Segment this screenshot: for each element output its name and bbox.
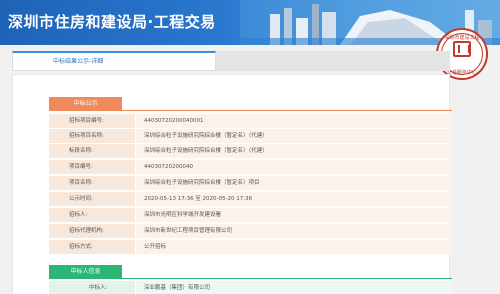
tab-bid-result-detail[interactable]: 中标结果公示-详细 — [12, 51, 216, 71]
info-row: 招标方式: 公开招标 — [49, 240, 452, 255]
field-label: 招标项目名称: — [49, 129, 135, 143]
info-row: 招标代理机构: 深圳市新世纪工程项目管理有限公司 — [49, 224, 452, 239]
tab-bar: 中标结果公示-详细 — [12, 51, 450, 71]
info-row: 招标项目编号: 44030720200040001 — [49, 114, 452, 129]
info-row: 公示时间: 2020-05-13 17:36 至 2020-05-20 17:3… — [49, 192, 452, 207]
field-label: 项目编号: — [49, 160, 135, 174]
field-label: 公示时间: — [49, 192, 135, 206]
field-label: 招标项目编号: — [49, 114, 135, 128]
info-row: 招标项目名称: 深圳综合粒子设施研究院综合楼（暂定名）（代建） — [49, 129, 452, 144]
section-divider — [49, 278, 452, 279]
field-label: 招标方式: — [49, 240, 135, 254]
header-banner: 深圳市住房和建设局·工程交易 — [0, 0, 500, 45]
building-icon — [453, 41, 471, 57]
info-row: 项目编号: 44030720200040 — [49, 160, 452, 175]
section-title-winner: 中标人信息 — [49, 265, 122, 278]
field-label: 中标人: — [49, 281, 135, 294]
field-value: 深圳综合粒子设施研究院综合楼（暂定名）（代建） — [136, 129, 452, 143]
field-value: 深圳综合粒子设施研究院综合楼（暂定名）（代建） — [136, 144, 452, 158]
info-row: 中标人: 深业鹏基（集团）有限公司 — [49, 281, 452, 294]
site-title: 深圳市住房和建设局·工程交易 — [8, 13, 216, 31]
field-value: 公开招标 — [136, 240, 452, 254]
info-row: 标段名称: 深圳综合粒子设施研究院综合楼（暂定名）（代建） — [49, 144, 452, 159]
field-value: 44030720200040 — [136, 160, 452, 174]
field-value: 深圳市新世纪工程项目管理有限公司 — [136, 224, 452, 238]
info-row: 招标人: 深圳市光明区科学城开发建设署 — [49, 208, 452, 223]
field-value: 2020-05-13 17:36 至 2020-05-20 17:36 — [136, 192, 452, 206]
field-value: 深圳综合粒子设施研究院综合楼（暂定名）项目 — [136, 176, 452, 190]
field-label: 项目名称: — [49, 176, 135, 190]
field-value: 深圳市光明区科学城开发建设署 — [136, 208, 452, 222]
info-row: 项目名称: 深圳综合粒子设施研究院综合楼（暂定名）项目 — [49, 176, 452, 191]
section-title-bid-announcement: 中标公示 — [49, 97, 122, 110]
seal-text-top: 深圳市建设工程 — [444, 35, 480, 41]
field-value: 44030720200040001 — [136, 114, 452, 128]
field-label: 标段名称: — [49, 144, 135, 158]
section-divider — [49, 110, 452, 111]
field-label: 招标人: — [49, 208, 135, 222]
field-label: 招标代理机构: — [49, 224, 135, 238]
field-value: 深业鹏基（集团）有限公司 — [136, 281, 452, 294]
